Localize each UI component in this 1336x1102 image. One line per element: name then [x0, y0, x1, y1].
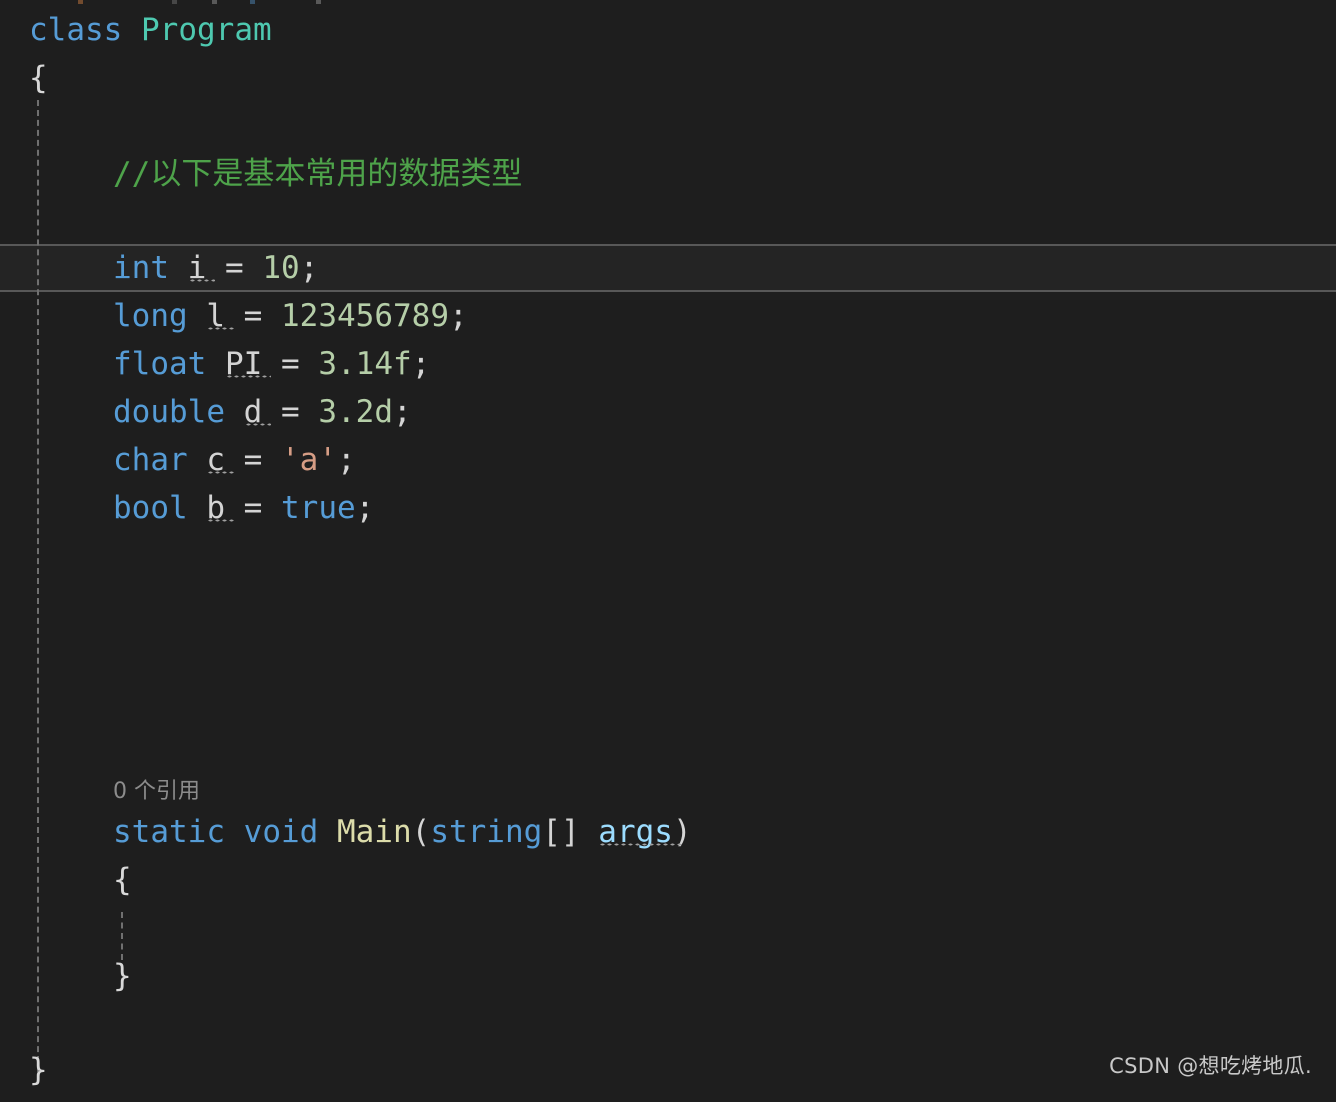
identifier-pi[interactable]: PI: [225, 346, 262, 382]
indent-guide-level-1: [37, 100, 39, 1072]
code-line-class-open-brace[interactable]: {: [29, 54, 48, 102]
semicolon: ;: [411, 346, 431, 382]
code-line-class-declaration[interactable]: class Program: [29, 6, 272, 54]
code-line-main-open-brace[interactable]: {: [113, 856, 132, 904]
keyword-static: static: [113, 814, 225, 850]
operator-assign: =: [243, 490, 263, 526]
semicolon: ;: [355, 490, 375, 526]
literal-true: true: [281, 490, 356, 526]
code-line-main-signature[interactable]: static void Main(string[] args): [113, 808, 692, 856]
csdn-watermark: CSDN @想吃烤地瓜.: [1109, 1054, 1312, 1078]
semicolon: ;: [393, 394, 412, 430]
code-line-class-close-brace[interactable]: }: [29, 1046, 48, 1094]
close-brace: }: [113, 958, 132, 994]
code-line-double-declaration[interactable]: double d = 3.2d;: [113, 388, 412, 436]
method-name-main: Main: [336, 814, 412, 850]
close-brace: }: [29, 1052, 48, 1088]
code-line-bool-declaration[interactable]: bool b = true;: [113, 484, 374, 532]
operator-assign: =: [225, 250, 244, 286]
code-editor-surface[interactable]: class Program { //以下是基本常用的数据类型 int i = 1…: [0, 0, 1336, 1102]
keyword-float: float: [113, 346, 207, 382]
literal-number: 123456789: [281, 298, 449, 334]
literal-number: 3.2d: [318, 394, 393, 430]
literal-char: 'a': [281, 442, 338, 478]
code-line-char-declaration[interactable]: char c = 'a';: [113, 436, 356, 484]
identifier-c[interactable]: c: [206, 442, 225, 478]
identifier-d[interactable]: d: [244, 394, 263, 430]
comment-text: //以下是基本常用的数据类型: [113, 156, 523, 192]
identifier-i[interactable]: i: [188, 250, 207, 286]
codelens-reference-count[interactable]: 0 个引用: [113, 772, 200, 812]
open-brace: {: [113, 862, 132, 898]
keyword-string: string: [430, 814, 543, 850]
codelens-label: 0 个引用: [113, 779, 200, 804]
operator-assign: =: [243, 298, 263, 334]
operator-assign: =: [281, 394, 300, 430]
operator-assign: =: [243, 442, 263, 478]
semicolon: ;: [449, 298, 468, 334]
code-line-int-declaration[interactable]: int i = 10;: [113, 244, 318, 292]
code-line-float-declaration[interactable]: float PI = 3.14f;: [113, 340, 430, 388]
code-line-main-close-brace[interactable]: }: [113, 952, 132, 1000]
keyword-long: long: [113, 298, 188, 334]
literal-number: 10: [262, 250, 300, 286]
keyword-int: int: [113, 250, 169, 286]
keyword-double: double: [113, 394, 225, 430]
code-line-comment[interactable]: //以下是基本常用的数据类型: [113, 150, 522, 198]
parameter-args[interactable]: args: [598, 814, 673, 850]
code-line-long-declaration[interactable]: long l = 123456789;: [113, 292, 468, 340]
open-brace: {: [29, 60, 48, 96]
semicolon: ;: [299, 250, 319, 286]
identifier-l[interactable]: l: [206, 298, 225, 334]
array-brackets: []: [542, 814, 580, 850]
keyword-bool: bool: [113, 490, 188, 526]
literal-number: 3.14f: [318, 346, 412, 382]
type-name-program: Program: [141, 12, 272, 48]
identifier-b[interactable]: b: [206, 490, 225, 526]
semicolon: ;: [337, 442, 356, 478]
paren-open: (: [411, 814, 431, 850]
keyword-char: char: [113, 442, 188, 478]
keyword-void: void: [243, 814, 319, 850]
operator-assign: =: [281, 346, 300, 382]
keyword-class: class: [29, 12, 123, 48]
